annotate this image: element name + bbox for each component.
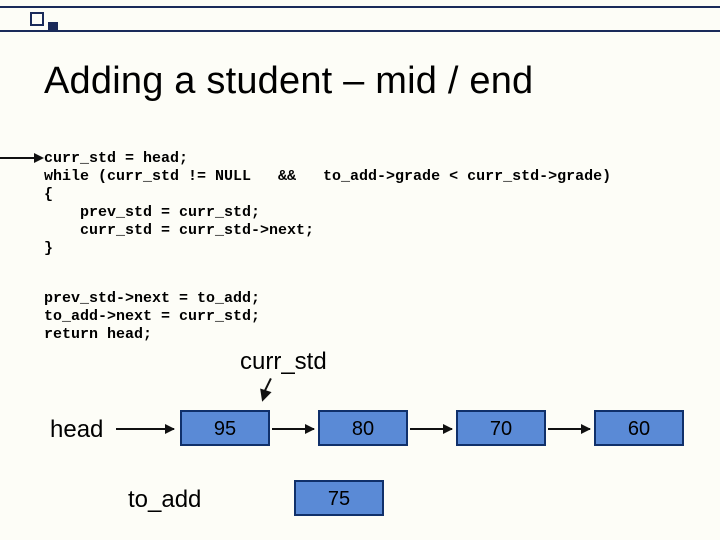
code-block-insert: prev_std->next = to_add; to_add->next = … [44, 290, 260, 344]
insert-node: 75 [294, 480, 384, 516]
head-label: head [50, 416, 103, 444]
list-node: 70 [456, 410, 546, 446]
curr-std-arrow-icon [256, 378, 286, 408]
link-arrow-icon [272, 428, 314, 430]
header-bar [0, 6, 720, 32]
page-title: Adding a student – mid / end [44, 60, 533, 103]
link-arrow-icon [548, 428, 590, 430]
list-node: 80 [318, 410, 408, 446]
bullet-filled-icon [48, 22, 58, 32]
list-node: 95 [180, 410, 270, 446]
bullet-outline-icon [30, 12, 44, 26]
list-node: 60 [594, 410, 684, 446]
code-block-loop: curr_std = head; while (curr_std != NULL… [44, 150, 611, 258]
pointer-arrow-icon [0, 154, 46, 162]
to-add-label: to_add [128, 486, 201, 514]
link-arrow-icon [116, 428, 174, 430]
link-arrow-icon [410, 428, 452, 430]
curr-std-label: curr_std [240, 348, 327, 376]
